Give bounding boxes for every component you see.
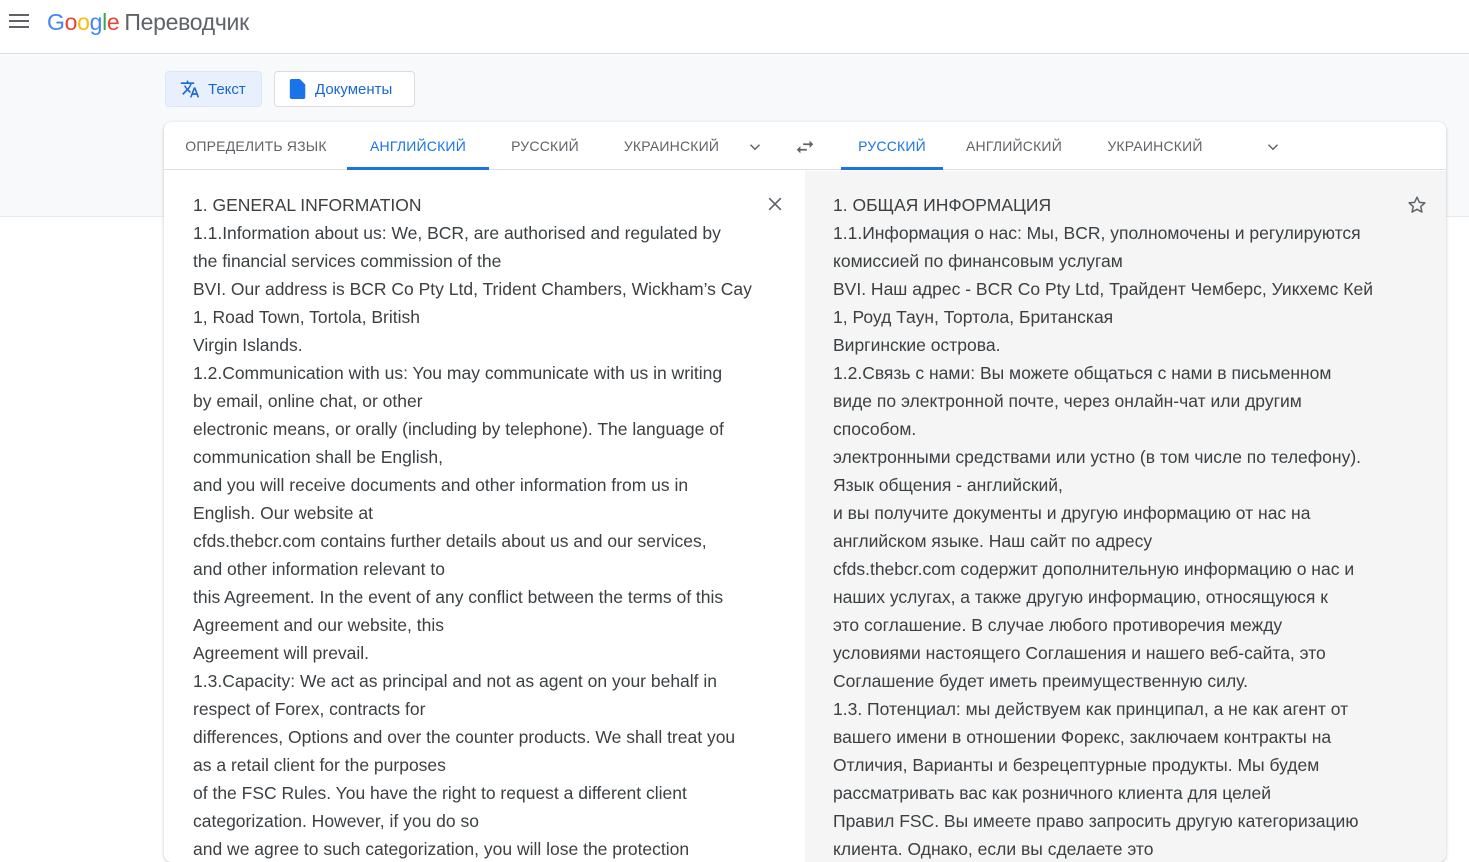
translated-text-line: электронными средствами или устно (в том… [833,447,1362,467]
source-text-line: 1.3.Capacity: We act as principal and no… [193,671,718,691]
translated-text-line: это соглашение. В случае любого противор… [833,615,1283,635]
translated-text-line: и вы получите документы и другую информа… [833,503,1311,523]
translated-text-line: наших услугах, а также другую информацию… [833,587,1328,607]
translated-text-line: комиссией по финансовым услугам [833,251,1123,271]
translated-text-line: Виргинские острова. [833,335,1001,355]
source-text-line: 1, Road Town, Tortola, British [193,307,420,327]
source-text-line: differences, Options and over the counte… [193,727,736,747]
tab-target-russian[interactable]: РУССКИЙ [841,122,943,170]
translate-icon [180,79,200,99]
source-text-line: 1. GENERAL INFORMATION [193,195,422,215]
source-text-line: Agreement will prevail. [193,643,370,663]
translated-text-line: условиями настоящего Соглашения и нашего… [833,643,1326,663]
translated-text-line: 1.3. Потенциал: мы действуем как принцип… [833,699,1349,719]
source-text-line: of the FSC Rules. You have the right to … [193,783,687,803]
text-mode-label: Текст [208,80,246,98]
source-text-line: and you will receive documents and other… [193,475,689,495]
source-text-line: communication shall be English, [193,447,443,467]
source-text-line: BVI. Our address is BCR Co Pty Ltd, Trid… [193,279,752,299]
source-text-line: Virgin Islands. [193,335,303,355]
source-text-line: 1.1.Information about us: We, BCR, are a… [193,223,721,243]
source-more-languages-chevron-icon[interactable] [746,138,764,161]
document-icon [289,79,307,99]
source-text-line: this Agreement. In the event of any conf… [193,587,724,607]
source-text-line: Agreement and our website, this [193,615,444,635]
save-translation-star-icon[interactable] [1406,194,1428,224]
source-text-line: as a retail client for the purposes [193,755,446,775]
translated-text-line: 1.1.Информация о нас: Мы, BCR, уполномоч… [833,223,1361,243]
documents-mode-button[interactable]: Документы [274,71,415,107]
source-text-line: by email, online chat, or other [193,391,423,411]
source-text-line: respect of Forex, contracts for [193,699,426,719]
target-more-languages-chevron-icon[interactable] [1264,138,1282,161]
translated-text-line: английском языке. Наш сайт по адресу [833,531,1153,551]
translated-text-line: Язык общения - английский, [833,475,1063,495]
app-header: Google Переводчик [0,0,1469,54]
translated-text-line: 1, Роуд Таун, Тортола, Британская [833,307,1114,327]
tab-target-ukrainian[interactable]: УКРАИНСКИЙ [1096,122,1214,170]
translated-text-line: клиента. Однако, если вы сделаете это [833,839,1154,859]
translator-card: ОПРЕДЕЛИТЬ ЯЗЫК АНГЛИЙСКИЙ РУССКИЙ УКРАИ… [164,122,1446,862]
tab-detect-language[interactable]: ОПРЕДЕЛИТЬ ЯЗЫК [174,122,338,170]
documents-mode-label: Документы [315,80,393,98]
source-text-line: the financial services commission of the [193,251,502,271]
source-text-input[interactable]: 1. GENERAL INFORMATION 1.1.Information ab… [164,171,805,862]
google-wordmark: Google [47,9,120,35]
translated-text-line: 1.2.Связь с нами: Вы можете общаться с н… [833,363,1332,383]
translation-output: 1. ОБЩАЯ ИНФОРМАЦИЯ 1.1.Информация о нас:… [805,171,1446,862]
translated-text-line: Соглашение будет иметь преимущественную … [833,671,1249,691]
product-name: Переводчик [124,9,249,35]
translated-text-line: Отличия, Варианты и безрецептурные проду… [833,755,1320,775]
tab-source-ukrainian[interactable]: УКРАИНСКИЙ [614,122,729,170]
source-text-line: 1.2.Communication with us: You may commu… [193,363,723,383]
text-mode-button[interactable]: Текст [165,71,262,107]
translated-text-line: BVI. Наш адрес - BCR Co Pty Ltd, Трайден… [833,279,1373,299]
swap-languages-icon[interactable] [794,136,816,163]
translated-text-line: 1. ОБЩАЯ ИНФОРМАЦИЯ [833,195,1052,215]
tab-source-russian[interactable]: РУССКИЙ [494,122,596,170]
translated-text-line: рассматривать вас как розничного клиента… [833,783,1271,803]
source-text-line: electronic means, or orally (including b… [193,419,724,439]
source-text-line: English. Our website at [193,503,373,523]
source-text-line: and other information relevant to [193,559,445,579]
translated-text-line: cfds.thebcr.com содержит дополнительную … [833,559,1355,579]
tab-source-english[interactable]: АНГЛИЙСКИЙ [347,122,489,170]
translated-text-line: Правил FSC. Вы имеете право запросить др… [833,811,1359,831]
translated-text-line: способом. [833,419,917,439]
language-tabs: ОПРЕДЕЛИТЬ ЯЗЫК АНГЛИЙСКИЙ РУССКИЙ УКРАИ… [164,122,1446,170]
translated-text-line: виде по электронной почте, через онлайн-… [833,391,1302,411]
clear-source-close-icon[interactable] [765,194,785,222]
source-text-line: categorization. However, if you do so [193,811,479,831]
translated-text-line: вашего имени в отношении Форекс, заключа… [833,727,1332,747]
source-text-line: cfds.thebcr.com contains further details… [193,531,707,551]
tab-target-english[interactable]: АНГЛИЙСКИЙ [954,122,1074,170]
logo[interactable]: Google Переводчик [47,9,249,36]
source-text-line: and we agree to such categorization, you… [193,839,690,859]
main-menu-icon[interactable] [9,14,29,30]
